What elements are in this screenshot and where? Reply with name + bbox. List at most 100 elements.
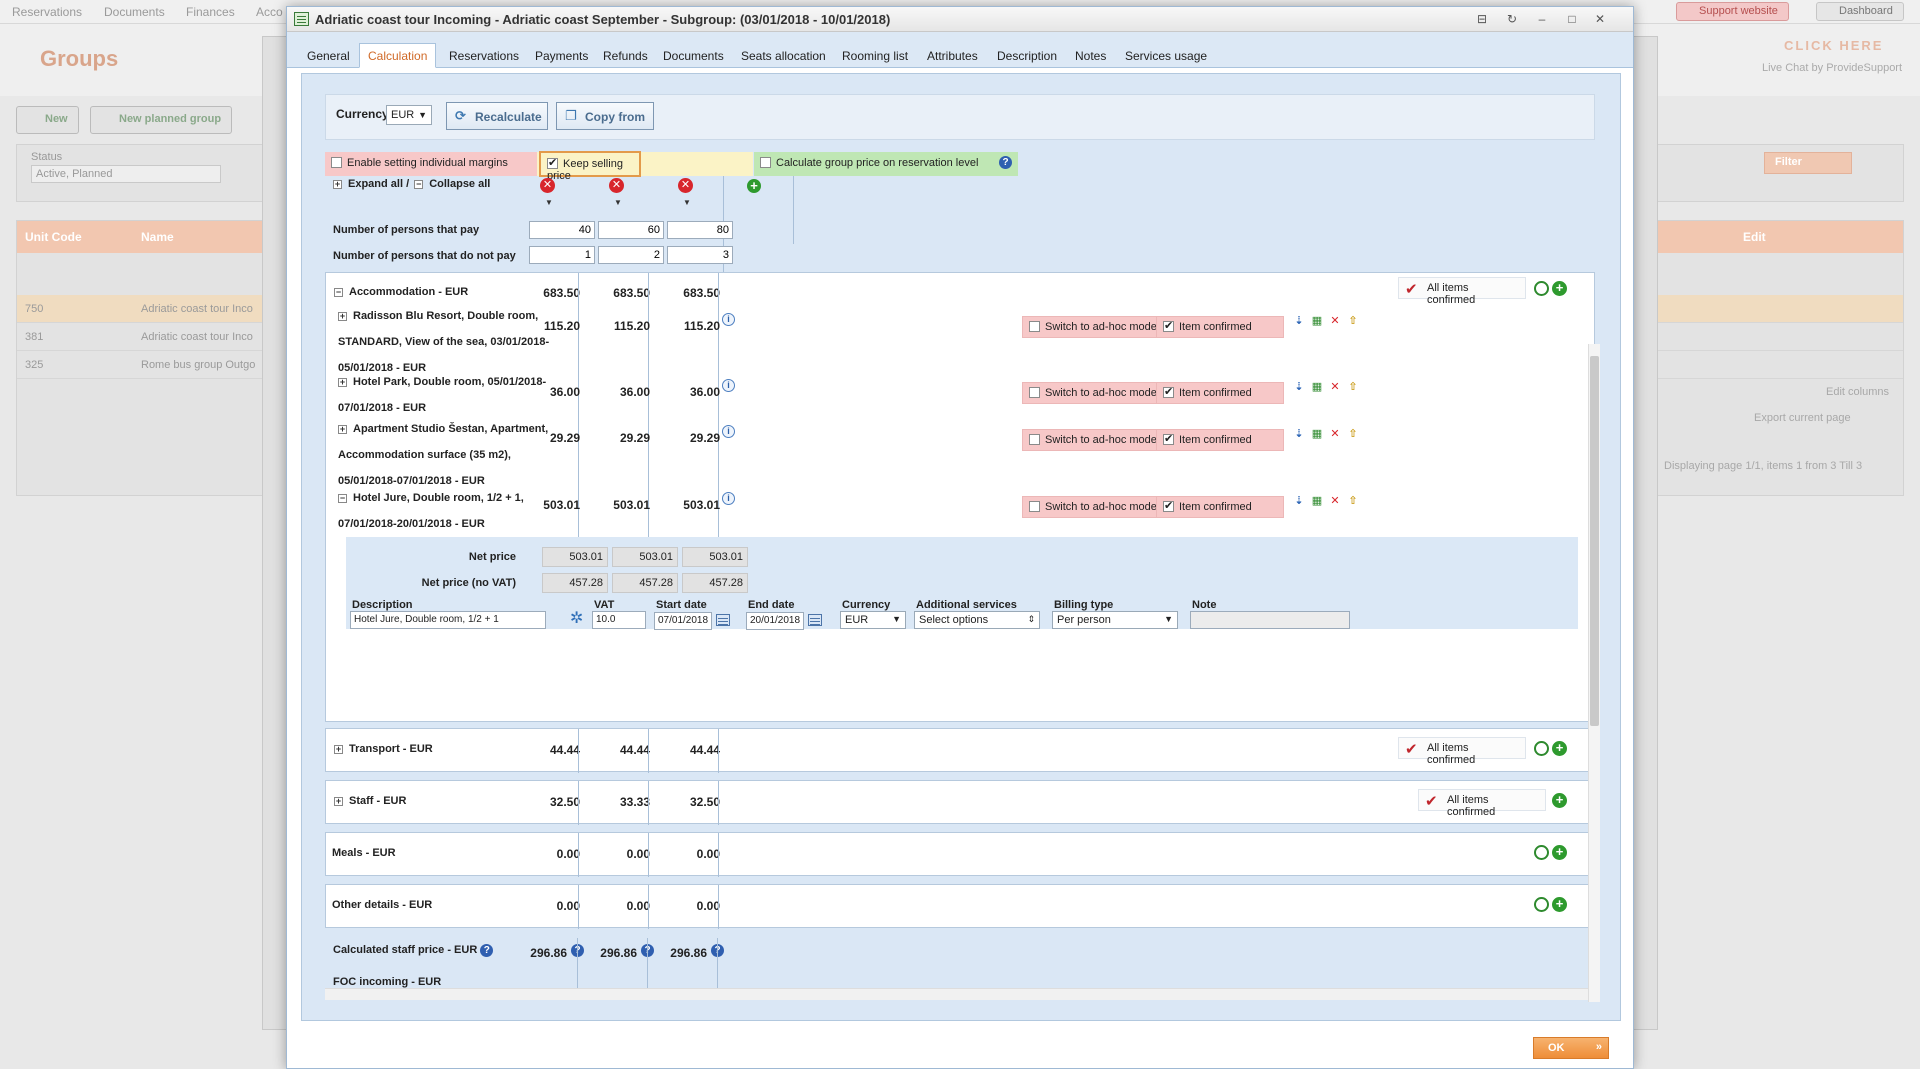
new-button[interactable]: New xyxy=(16,106,79,134)
switch-adhoc-checkbox[interactable] xyxy=(1029,321,1040,332)
accommodation-item-name[interactable]: + Apartment Studio Šestan, Apartment, Acc… xyxy=(338,416,554,494)
switch-adhoc-checkbox[interactable] xyxy=(1029,501,1040,512)
column-2-menu-icon[interactable]: ▼ xyxy=(614,198,622,207)
item-confirmed[interactable]: Item confirmed xyxy=(1156,429,1284,451)
tab-payments[interactable]: Payments xyxy=(527,44,596,68)
vat-input[interactable]: 10.0 xyxy=(592,611,646,629)
tab-calculation[interactable]: Calculation xyxy=(359,43,437,68)
nav-accounts[interactable]: Acco xyxy=(256,5,283,19)
description-input[interactable]: Hotel Jure, Double room, 1/2 + 1 xyxy=(350,611,546,629)
expand-icon[interactable]: + xyxy=(338,312,347,321)
upload-icon[interactable]: ⇧ xyxy=(1346,380,1360,394)
move-down-icon[interactable]: ⇣ xyxy=(1292,494,1306,508)
billing-type-select[interactable]: Per person ▼ xyxy=(1052,611,1178,629)
search-service-icon[interactable] xyxy=(1534,741,1549,756)
info-icon[interactable]: i xyxy=(722,425,735,438)
add-service-icon[interactable]: + xyxy=(1552,741,1567,756)
group-price-reservation-option[interactable]: Calculate group price on reservation lev… xyxy=(754,152,1018,176)
gear-icon[interactable]: ✲ xyxy=(570,611,586,627)
move-down-icon[interactable]: ⇣ xyxy=(1292,380,1306,394)
individual-margins-checkbox[interactable] xyxy=(331,157,342,168)
export-excel-icon[interactable]: ▦ xyxy=(1310,380,1324,394)
export-excel-icon[interactable]: ▦ xyxy=(1310,314,1324,328)
collapse-icon[interactable]: − xyxy=(414,180,424,189)
tab-reservations[interactable]: Reservations xyxy=(441,44,527,68)
col-name[interactable]: Name xyxy=(141,230,174,244)
pin-icon[interactable]: ⊟ xyxy=(1473,11,1491,27)
edit-columns-link[interactable]: Edit columns xyxy=(1826,386,1889,398)
tab-services-usage[interactable]: Services usage xyxy=(1117,44,1215,68)
persons-pay-input-1[interactable] xyxy=(529,221,595,239)
remove-column-3-icon[interactable]: ✕ xyxy=(678,178,693,193)
upload-icon[interactable]: ⇧ xyxy=(1346,314,1360,328)
calendar-icon[interactable] xyxy=(808,614,822,626)
remove-column-1-icon[interactable]: ✕ xyxy=(540,178,555,193)
additional-services-select[interactable]: Select options ⇕ xyxy=(914,611,1040,629)
add-service-icon[interactable]: + xyxy=(1552,897,1567,912)
column-3-menu-icon[interactable]: ▼ xyxy=(683,198,691,207)
filter-button[interactable]: Filter xyxy=(1764,152,1852,174)
close-icon[interactable]: ✕ xyxy=(1591,11,1609,27)
add-service-icon[interactable]: + xyxy=(1552,281,1567,296)
remove-column-2-icon[interactable]: ✕ xyxy=(609,178,624,193)
tab-documents[interactable]: Documents xyxy=(655,44,732,68)
refresh-icon[interactable]: ↻ xyxy=(1503,11,1521,27)
minimize-icon[interactable]: – xyxy=(1533,11,1551,27)
item-confirmed-checkbox[interactable] xyxy=(1163,319,1174,332)
help-icon[interactable]: ? xyxy=(999,156,1012,169)
item-confirmed[interactable]: Item confirmed xyxy=(1156,382,1284,404)
staff-title[interactable]: + Staff - EUR xyxy=(334,795,406,807)
expand-icon[interactable]: + xyxy=(338,378,347,387)
support-website-button[interactable]: Support website xyxy=(1676,2,1789,21)
delete-item-icon[interactable]: ✕ xyxy=(1328,494,1342,508)
expand-icon[interactable]: + xyxy=(334,745,343,754)
tab-seats-allocation[interactable]: Seats allocation xyxy=(733,44,834,68)
transport-title[interactable]: + Transport - EUR xyxy=(334,743,433,755)
collapse-icon[interactable]: − xyxy=(338,494,347,503)
expand-all-link[interactable]: Expand all / xyxy=(348,178,409,190)
keep-selling-price-checkbox[interactable] xyxy=(547,156,558,169)
persons-pay-input-3[interactable] xyxy=(667,221,733,239)
col-unit-code[interactable]: Unit Code xyxy=(25,230,82,244)
ok-button[interactable]: OK » xyxy=(1533,1037,1609,1059)
search-service-icon[interactable] xyxy=(1534,281,1549,296)
item-confirmed-checkbox[interactable] xyxy=(1163,499,1174,512)
column-1-menu-icon[interactable]: ▼ xyxy=(545,198,553,207)
status-select[interactable]: Active, Planned xyxy=(31,165,221,183)
click-here-link[interactable]: CLICK HERE xyxy=(1784,38,1883,53)
all-items-confirmed-button[interactable]: ✔ All items confirmed xyxy=(1418,789,1546,818)
persons-not-pay-input-1[interactable] xyxy=(529,246,595,264)
collapse-all-link[interactable]: Collapse all xyxy=(429,178,490,190)
tab-notes[interactable]: Notes xyxy=(1067,44,1114,68)
dashboard-button[interactable]: Dashboard xyxy=(1816,2,1904,21)
export-current-page[interactable]: Export current page xyxy=(1754,412,1851,424)
note-input[interactable] xyxy=(1190,611,1350,629)
expand-icon[interactable]: + xyxy=(334,797,343,806)
nav-documents[interactable]: Documents xyxy=(104,5,165,19)
search-service-icon[interactable] xyxy=(1534,845,1549,860)
persons-not-pay-input-2[interactable] xyxy=(598,246,664,264)
calendar-icon[interactable] xyxy=(716,614,730,626)
upload-icon[interactable]: ⇧ xyxy=(1346,427,1360,441)
add-service-icon[interactable]: + xyxy=(1552,845,1567,860)
export-excel-icon[interactable]: ▦ xyxy=(1310,427,1324,441)
modal-titlebar[interactable]: Adriatic coast tour Incoming - Adriatic … xyxy=(287,7,1633,32)
item-confirmed[interactable]: Item confirmed xyxy=(1156,496,1284,518)
scrollbar-thumb[interactable] xyxy=(1590,356,1599,726)
persons-pay-input-2[interactable] xyxy=(598,221,664,239)
info-icon[interactable]: i xyxy=(722,313,735,326)
delete-item-icon[interactable]: ✕ xyxy=(1328,427,1342,441)
item-confirmed[interactable]: Item confirmed xyxy=(1156,316,1284,338)
item-confirmed-checkbox[interactable] xyxy=(1163,385,1174,398)
group-price-reservation-checkbox[interactable] xyxy=(760,157,771,168)
all-items-confirmed-button[interactable]: ✔ All items confirmed xyxy=(1398,277,1526,306)
export-excel-icon[interactable]: ▦ xyxy=(1310,494,1324,508)
collapse-icon[interactable]: − xyxy=(334,288,343,297)
move-down-icon[interactable]: ⇣ xyxy=(1292,427,1306,441)
nav-finances[interactable]: Finances xyxy=(186,5,235,19)
switch-adhoc-checkbox[interactable] xyxy=(1029,434,1040,445)
move-down-icon[interactable]: ⇣ xyxy=(1292,314,1306,328)
delete-item-icon[interactable]: ✕ xyxy=(1328,314,1342,328)
add-column-icon[interactable]: + xyxy=(747,179,761,193)
keep-selling-price-checkbox-wrap[interactable]: Keep selling price xyxy=(539,151,641,182)
